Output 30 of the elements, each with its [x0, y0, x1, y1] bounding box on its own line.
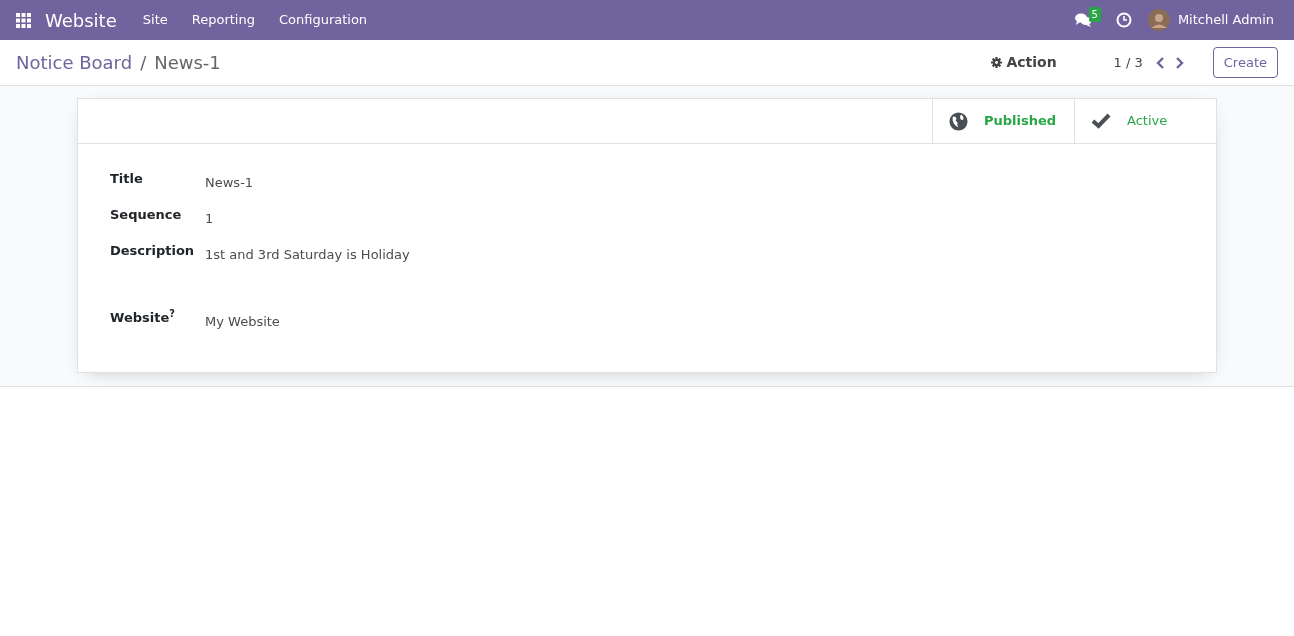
menu-item[interactable]: Configuration	[266, 10, 380, 30]
field-value: 1	[205, 210, 214, 228]
field-value: 1st and 3rd Saturday is Holiday	[205, 246, 410, 264]
menu-item[interactable]: Site	[130, 10, 180, 30]
field-label: Title	[110, 170, 144, 188]
breadcrumb-separator: /	[140, 51, 147, 75]
field-value: My Website	[205, 313, 280, 331]
create-button[interactable]: Create	[1212, 46, 1278, 79]
breadcrumb-link[interactable]: Notice Board	[16, 49, 133, 76]
apps-grid-icon[interactable]	[16, 12, 31, 28]
pager-value: 1 / 3	[1113, 53, 1143, 72]
app-name[interactable]: Website	[39, 5, 123, 35]
message-count-badge: 5	[1088, 7, 1101, 22]
chevron-left-icon	[1155, 57, 1165, 69]
gear-icon	[991, 57, 1003, 68]
field-label: Website$^{?}$	[110, 308, 176, 327]
action-button[interactable]: Action	[982, 47, 1066, 78]
field-label: Description	[110, 242, 196, 260]
checkmark-icon	[1091, 113, 1111, 129]
user-menu[interactable]: Mitchell Admin	[1173, 10, 1278, 30]
chat-icon[interactable]	[1074, 13, 1092, 27]
clock-icon[interactable]	[1115, 12, 1132, 28]
breadcrumb-current: News-1	[154, 51, 221, 75]
menu-item[interactable]: Reporting	[179, 10, 267, 30]
smart-button[interactable]: Active	[1074, 99, 1216, 143]
smart-button[interactable]: Published	[932, 99, 1074, 143]
field-value: News-1	[205, 174, 254, 192]
field-label: Sequence	[110, 206, 183, 224]
globe-icon	[949, 111, 968, 131]
chevron-right-icon	[1174, 57, 1184, 69]
